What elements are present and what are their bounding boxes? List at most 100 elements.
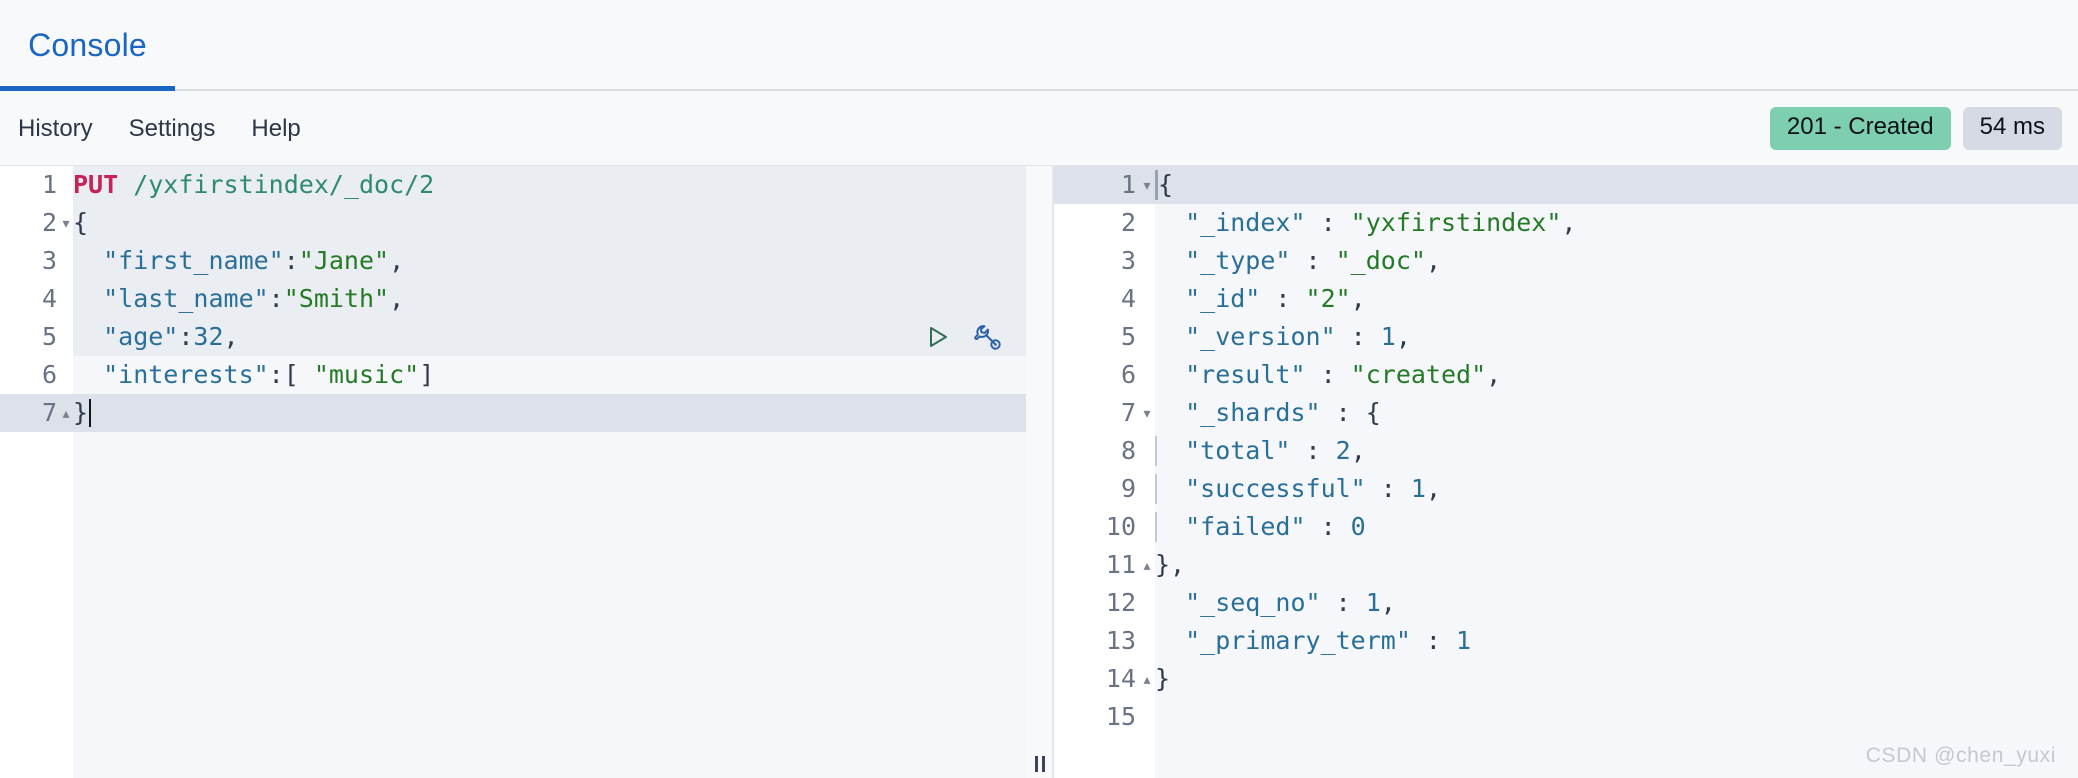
response-line-text-3: "_type" : "_doc", [1155, 242, 1441, 280]
response-line-number-11: 11 [1105, 550, 1136, 579]
json-key-index: "_index" [1155, 208, 1306, 237]
json-comma: , [1395, 322, 1411, 351]
response-line-11[interactable]: 11 ▴ }, [1054, 546, 2078, 584]
response-line-12[interactable]: 12 "_seq_no" : 1, [1054, 584, 2078, 622]
json-value-result: "created" [1350, 360, 1487, 389]
request-line-text-7: } [73, 394, 92, 432]
json-key-interests: "interests" [73, 360, 269, 389]
json-value-id: "2" [1305, 284, 1351, 313]
json-colon-bracket: :[ [268, 360, 314, 389]
request-line-6[interactable]: 6 "interests":[ "music"] [0, 356, 1026, 394]
request-line-number-4: 4 [41, 284, 57, 313]
json-colon: : [178, 322, 194, 351]
json-colon: : [1410, 626, 1457, 655]
response-line-5[interactable]: 5 "_version" : 1, [1054, 318, 2078, 356]
response-line-2[interactable]: 2 "_index" : "yxfirstindex", [1054, 204, 2078, 242]
tab-console-label: Console [28, 27, 147, 63]
toolbar-link-help[interactable]: Help [251, 115, 300, 143]
json-comma: , [1350, 284, 1366, 313]
request-line-2[interactable]: 2 ▾ { [0, 204, 1026, 242]
response-line-text-6: "result" : "created", [1155, 356, 1501, 394]
json-comma: , [223, 322, 239, 351]
request-line-number-1: 1 [41, 170, 57, 199]
json-comma: , [389, 246, 405, 275]
json-value-version: 1 [1380, 322, 1396, 351]
fold-chevron-up-icon-request-7[interactable]: ▴ [59, 394, 73, 432]
request-line-number-7: 7 [41, 398, 57, 427]
request-editor[interactable]: 1 PUT /yxfirstindex/_doc/2 2 ▾ { 3 "firs… [0, 166, 1026, 778]
json-colon: : [1305, 512, 1351, 541]
grip-bar [1042, 756, 1045, 772]
fold-chevron-down-icon-request-2[interactable]: ▾ [59, 204, 73, 242]
response-line-text-11: }, [1155, 550, 1186, 579]
json-colon: : [1290, 436, 1336, 465]
response-line-text-10: "failed" : 0 [1155, 508, 1366, 546]
response-line-13[interactable]: 13 "_primary_term" : 1 [1054, 622, 2078, 660]
response-line-text-12: "_seq_no" : 1, [1155, 584, 1396, 622]
response-line-14[interactable]: 14 ▴ } [1054, 660, 2078, 698]
fold-chevron-up-icon-response-14[interactable]: ▴ [1140, 660, 1154, 698]
http-method-token: PUT [73, 170, 119, 199]
json-key-version: "_version" [1155, 322, 1336, 351]
wrench-icon[interactable] [970, 320, 1004, 354]
response-active-line-highlight [1054, 166, 2078, 204]
response-line-number-3: 3 [1120, 246, 1136, 275]
json-value-index: "yxfirstindex" [1350, 208, 1562, 237]
request-line-number-2: 2 [41, 208, 57, 237]
fold-chevron-up-icon-response-11[interactable]: ▴ [1140, 546, 1154, 584]
fold-chevron-down-icon-response-7[interactable]: ▾ [1140, 394, 1154, 432]
response-line-number-6: 6 [1120, 360, 1136, 389]
request-line-text-4: "last_name":"Smith", [73, 280, 404, 318]
request-line-4[interactable]: 4 "last_name":"Smith", [0, 280, 1026, 318]
request-line-text-2: { [73, 208, 89, 237]
response-line-6[interactable]: 6 "result" : "created", [1054, 356, 2078, 394]
tab-bar: Console [0, 0, 2078, 91]
json-key-age: "age" [73, 322, 179, 351]
response-line-10[interactable]: 10 "failed" : 0 [1054, 508, 2078, 546]
json-key-result: "result" [1155, 360, 1306, 389]
request-active-line-highlight [0, 394, 1026, 432]
response-line-number-5: 5 [1120, 322, 1136, 351]
splitter-grip-handle[interactable] [1035, 756, 1045, 772]
json-key-primary-term: "_primary_term" [1155, 626, 1411, 655]
response-line-4[interactable]: 4 "_id" : "2", [1054, 280, 2078, 318]
request-line-text-6: "interests":[ "music"] [73, 356, 434, 394]
request-line-3[interactable]: 3 "first_name":"Jane", [0, 242, 1026, 280]
console-toolbar: History Settings Help 201 - Created 54 m… [0, 91, 2078, 166]
response-line-text-13: "_primary_term" : 1 [1155, 622, 1471, 660]
request-line-5[interactable]: 5 "age":32, [0, 318, 1026, 356]
request-line-number-6: 6 [41, 360, 57, 389]
fold-chevron-down-icon-response-1[interactable]: ▾ [1140, 166, 1154, 204]
json-comma: , [1380, 588, 1396, 617]
play-icon[interactable] [920, 320, 954, 354]
json-value-last-name: "Smith" [283, 284, 390, 313]
response-line-number-8: 8 [1120, 436, 1136, 465]
toolbar-link-history[interactable]: History [18, 115, 93, 143]
response-line-1[interactable]: 1 ▾ { [1054, 166, 2078, 204]
request-line-1[interactable]: 1 PUT /yxfirstindex/_doc/2 [0, 166, 1026, 204]
response-line-number-9: 9 [1120, 474, 1136, 503]
response-line-number-4: 4 [1120, 284, 1136, 313]
json-colon: : [268, 284, 284, 313]
tab-console[interactable]: Console [0, 0, 175, 91]
json-value-primary-term: 1 [1456, 626, 1472, 655]
response-line-text-8: "total" : 2, [1155, 432, 1366, 470]
toolbar-link-settings[interactable]: Settings [129, 115, 216, 143]
response-line-15[interactable]: 15 [1054, 698, 2078, 736]
response-viewer[interactable]: 1 ▾ { 2 "_index" : "yxfirstindex", 3 "_t… [1054, 166, 2078, 778]
pane-splitter[interactable] [1026, 166, 1054, 778]
json-value-total: 2 [1335, 436, 1351, 465]
response-line-9[interactable]: 9 "successful" : 1, [1054, 470, 2078, 508]
response-line-7[interactable]: 7 ▾ "_shards" : { [1054, 394, 2078, 432]
request-line-7[interactable]: 7 ▴ } [0, 394, 1026, 432]
response-line-number-13: 13 [1105, 626, 1136, 655]
response-line-3[interactable]: 3 "_type" : "_doc", [1054, 242, 2078, 280]
response-line-text-1: { [1155, 166, 1173, 204]
toolbar-link-group: History Settings Help [18, 91, 301, 166]
json-key-type: "_type" [1155, 246, 1291, 275]
console-app: Console History Settings Help 201 - Crea… [0, 0, 2078, 778]
json-brace-close: } [73, 398, 89, 427]
json-colon: : [1335, 322, 1381, 351]
response-line-8[interactable]: 8 "total" : 2, [1054, 432, 2078, 470]
json-key-shards: "_shards" [1155, 398, 1321, 427]
